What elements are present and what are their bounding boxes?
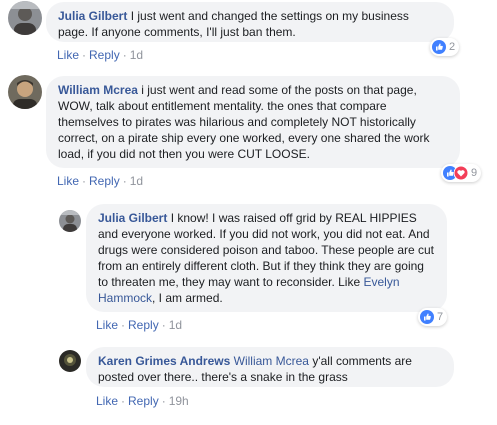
comment-author[interactable]: Julia Gilbert — [98, 211, 167, 225]
comment-actions: Like · Reply · 19h — [96, 394, 189, 408]
reaction-summary[interactable]: 7 — [418, 308, 448, 326]
comment-timestamp[interactable]: 19h — [169, 394, 189, 408]
comment-timestamp[interactable]: 1d — [169, 318, 182, 332]
avatar[interactable] — [59, 210, 81, 232]
reply-link[interactable]: Reply — [128, 394, 159, 408]
love-icon — [454, 166, 468, 180]
comment-author[interactable]: Karen Grimes Andrews — [98, 354, 230, 368]
mention-link[interactable]: William Mcrea — [234, 354, 309, 368]
reply-link[interactable]: Reply — [89, 48, 120, 62]
comment-actions: Like · Reply · 1d — [96, 318, 183, 332]
reaction-summary[interactable]: 2 — [430, 38, 460, 56]
reaction-count: 7 — [437, 311, 444, 323]
like-link[interactable]: Like — [57, 174, 79, 188]
avatar[interactable] — [8, 75, 42, 109]
like-link[interactable]: Like — [96, 394, 118, 408]
reply-link[interactable]: Reply — [89, 174, 120, 188]
comment-bubble: Julia Gilbert I know! I was raised off g… — [86, 204, 447, 312]
comment-author[interactable]: Julia Gilbert — [58, 9, 127, 23]
comment-actions: Like · Reply · 1d — [57, 48, 144, 62]
comment-bubble: Karen Grimes Andrews William Mcrea y'all… — [86, 347, 454, 387]
comment-timestamp[interactable]: 1d — [130, 174, 143, 188]
comment-bubble: Julia Gilbert I just went and changed th… — [46, 2, 454, 42]
comment-timestamp[interactable]: 1d — [130, 48, 143, 62]
like-link[interactable]: Like — [96, 318, 118, 332]
reaction-count: 9 — [471, 167, 478, 179]
comment-actions: Like · Reply · 1d — [57, 174, 144, 188]
avatar[interactable] — [8, 1, 42, 35]
reaction-count: 2 — [449, 41, 456, 53]
comment-author[interactable]: William Mcrea — [58, 83, 138, 97]
avatar[interactable] — [59, 350, 81, 372]
comment-bubble: William Mcrea i just went and read some … — [46, 76, 460, 168]
reaction-summary[interactable]: 9 — [441, 164, 482, 182]
like-link[interactable]: Like — [57, 48, 79, 62]
comment-text-end: , I am armed. — [152, 291, 223, 305]
like-icon — [432, 40, 446, 54]
like-icon — [420, 310, 434, 324]
reply-link[interactable]: Reply — [128, 318, 159, 332]
